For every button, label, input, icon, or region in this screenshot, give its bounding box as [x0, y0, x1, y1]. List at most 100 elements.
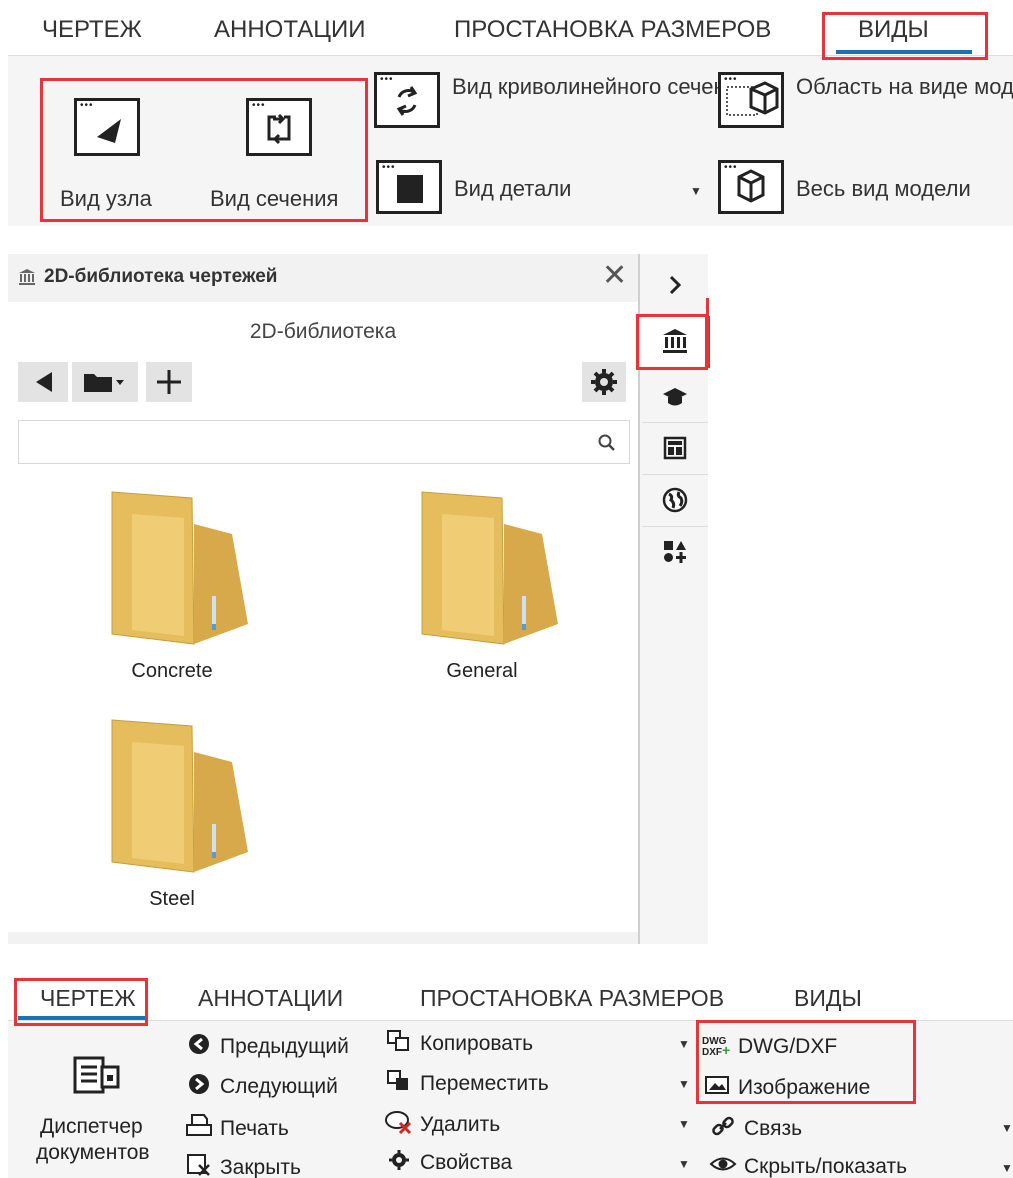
close-document-icon	[184, 1153, 214, 1178]
properties-label: Свойства	[420, 1151, 513, 1174]
search-icon	[598, 434, 615, 451]
panel-header: 2D-библиотека чертежей ✕	[8, 254, 638, 302]
link-dropdown-icon[interactable]: ▼	[1001, 1121, 1013, 1135]
print-label: Печать	[220, 1117, 289, 1140]
layout-icon[interactable]	[642, 422, 708, 472]
arrow-left-circle-icon	[184, 1033, 214, 1061]
dwg-dxf-icon: DWG DXF+	[702, 1036, 731, 1058]
active-tab-indicator	[836, 50, 972, 54]
folder-concrete[interactable]: Concrete	[72, 484, 272, 694]
close-label: Закрыть	[220, 1156, 301, 1178]
tab-annotations[interactable]: АННОТАЦИИ	[214, 16, 365, 44]
move-dropdown-icon[interactable]: ▼	[678, 1077, 690, 1091]
highlight-edge	[706, 298, 709, 368]
move-button[interactable]: Переместить	[384, 1069, 549, 1099]
move-icon	[384, 1069, 414, 1099]
folder-icon	[111, 491, 248, 645]
folder-label: Concrete	[131, 660, 213, 682]
curved-section-view-button[interactable]: ••• Вид криволинейного сечения	[372, 70, 750, 134]
tab-views[interactable]: ВИДЫ	[794, 985, 862, 1012]
folder-icon	[84, 374, 124, 392]
globe-icon[interactable]	[642, 474, 708, 524]
eye-icon	[708, 1153, 738, 1178]
graduation-cap-icon[interactable]	[642, 372, 708, 422]
section-view-label: Вид сечения	[210, 186, 339, 211]
ribbon-tab-bar: ЧЕРТЕЖ АННОТАЦИИ ПРОСТАНОВКА РАЗМЕРОВ ВИ…	[8, 8, 1013, 56]
gear-icon	[591, 369, 617, 395]
detail-view-icon: •••	[74, 98, 140, 156]
curved-section-icon: •••	[374, 72, 440, 128]
back-button[interactable]	[18, 362, 68, 402]
delete-icon	[384, 1109, 414, 1141]
model-region-label: Область на виде модели	[796, 74, 1013, 99]
tab-drawing[interactable]: ЧЕРТЕЖ	[40, 985, 136, 1012]
panel-title: 2D-библиотека чертежей	[44, 266, 278, 287]
delete-label: Удалить	[420, 1113, 501, 1136]
folder-icon	[421, 491, 558, 645]
properties-dropdown-icon[interactable]: ▼	[678, 1157, 690, 1171]
section-view-button[interactable]: ••• Вид сечения	[204, 80, 364, 220]
copy-icon	[384, 1029, 414, 1059]
shapes-icon[interactable]	[642, 526, 708, 576]
previous-button[interactable]: Предыдущий	[184, 1033, 349, 1061]
ribbon-tab-bar: ЧЕРТЕЖ АННОТАЦИИ ПРОСТАНОВКА РАЗМЕРОВ ВИ…	[8, 975, 1013, 1021]
copy-dropdown-icon[interactable]: ▼	[678, 1037, 690, 1051]
panel-footer	[8, 932, 638, 944]
close-button[interactable]: Закрыть	[184, 1153, 301, 1178]
drawing-library-panel: 2D-библиотека чертежей ✕ 2D-библиотека C…	[8, 254, 638, 944]
detail-part-view-button[interactable]: ••• Вид детали ▼	[372, 158, 702, 220]
close-icon[interactable]: ✕	[602, 258, 627, 293]
search-input[interactable]	[18, 420, 630, 464]
detail-view-label: Вид узла	[60, 186, 152, 211]
tab-drawing[interactable]: ЧЕРТЕЖ	[42, 16, 142, 44]
detail-part-icon: •••	[376, 160, 442, 214]
copy-button[interactable]: Копировать	[384, 1029, 533, 1059]
previous-label: Предыдущий	[220, 1035, 349, 1058]
hide-show-dropdown-icon[interactable]: ▼	[1001, 1161, 1013, 1175]
document-manager-label-1: Диспетчер	[40, 1115, 143, 1138]
tab-dimensioning[interactable]: ПРОСТАНОВКА РАЗМЕРОВ	[420, 985, 724, 1012]
folder-steel[interactable]: Steel	[72, 712, 272, 922]
folder-general[interactable]: General	[382, 484, 582, 694]
drawing-ribbon: ЧЕРТЕЖ АННОТАЦИИ ПРОСТАНОВКА РАЗМЕРОВ ВИ…	[8, 975, 1013, 1178]
tab-dimensioning[interactable]: ПРОСТАНОВКА РАЗМЕРОВ	[454, 16, 771, 44]
full-model-label: Весь вид модели	[796, 176, 971, 201]
plus-icon	[157, 370, 181, 394]
chevron-right-icon[interactable]	[642, 260, 708, 310]
delete-button[interactable]: Удалить	[384, 1109, 500, 1141]
properties-button[interactable]: Свойства	[384, 1149, 512, 1177]
link-button[interactable]: Связь	[708, 1113, 802, 1145]
side-rail	[638, 254, 710, 944]
document-manager-button[interactable]: Диспетчер документов	[32, 1039, 168, 1169]
folder-menu-button[interactable]	[72, 362, 138, 402]
image-button[interactable]: Изображение	[702, 1075, 870, 1101]
next-label: Следующий	[220, 1075, 338, 1098]
next-button[interactable]: Следующий	[184, 1073, 338, 1101]
model-region-icon: •••	[718, 72, 784, 128]
model-region-view-button[interactable]: ••• Область на виде модели	[716, 70, 1013, 134]
library-subtitle: 2D-библиотека	[249, 320, 397, 343]
delete-dropdown-icon[interactable]: ▼	[678, 1117, 690, 1131]
document-manager-icon	[73, 1056, 120, 1094]
tab-annotations[interactable]: АННОТАЦИИ	[198, 985, 343, 1012]
full-model-view-button[interactable]: ••• Весь вид модели	[716, 158, 1013, 220]
tab-views[interactable]: ВИДЫ	[858, 16, 929, 44]
library-icon[interactable]	[642, 316, 708, 366]
detail-view-button[interactable]: ••• Вид узла	[48, 80, 198, 220]
settings-button[interactable]	[582, 362, 626, 402]
chevron-down-icon[interactable]: ▼	[690, 184, 702, 198]
folder-label: Steel	[149, 888, 195, 910]
hide-show-label: Скрыть/показать	[744, 1155, 908, 1178]
active-tab-indicator	[18, 1016, 146, 1020]
dwg-dxf-button[interactable]: DWG DXF+ DWG/DXF	[702, 1035, 837, 1059]
document-manager-label-2: документов	[36, 1141, 150, 1164]
image-label: Изображение	[738, 1076, 871, 1099]
hide-show-button[interactable]: Скрыть/показать	[708, 1153, 907, 1178]
folder-icon	[111, 719, 248, 873]
section-view-icon: •••	[246, 98, 312, 156]
move-label: Переместить	[420, 1072, 549, 1095]
print-button[interactable]: Печать	[184, 1113, 289, 1145]
add-button[interactable]	[146, 362, 192, 402]
dwg-dxf-label: DWG/DXF	[738, 1035, 838, 1058]
copy-label: Копировать	[420, 1032, 534, 1055]
